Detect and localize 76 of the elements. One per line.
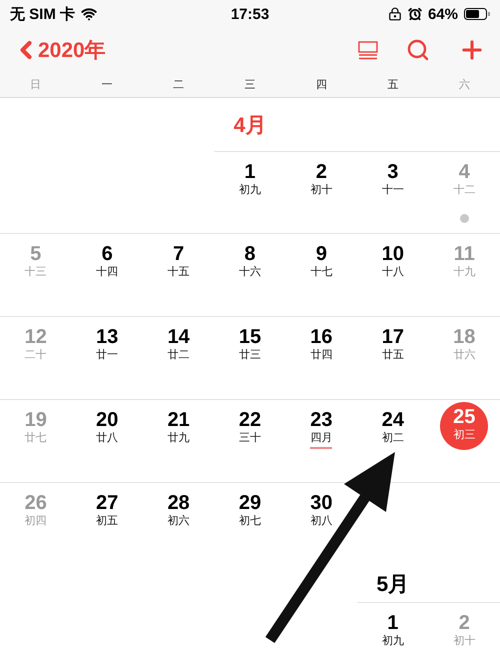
date-number[interactable]: 3 xyxy=(387,161,398,184)
date-number[interactable]: 21 xyxy=(167,409,190,432)
lunar-date: 廿六 xyxy=(453,349,476,363)
date-number[interactable]: 9 xyxy=(316,243,327,266)
date-number[interactable]: 13 xyxy=(96,326,118,349)
lunar-date: 十九 xyxy=(453,266,476,280)
date-number[interactable]: 27 xyxy=(96,492,118,515)
lunar-date: 廿一 xyxy=(96,349,118,363)
lunar-date: 十四 xyxy=(96,266,118,280)
lunar-date: 初九 xyxy=(382,635,404,649)
lunar-date: 十八 xyxy=(382,266,404,280)
date-number[interactable]: 6 xyxy=(102,243,113,266)
lunar-date: 初四 xyxy=(24,515,47,529)
lunar-date: 初七 xyxy=(238,515,261,529)
lunar-date: 廿八 xyxy=(96,432,118,446)
status-time: 17:53 xyxy=(230,6,270,22)
lock-icon xyxy=(388,7,402,21)
date-number[interactable]: 1 xyxy=(244,161,256,184)
lunar-date: 廿三 xyxy=(238,349,261,363)
lunar-date: 四月 xyxy=(310,432,332,449)
battery-icon xyxy=(464,8,490,20)
date-number[interactable]: 23 xyxy=(310,409,333,432)
lunar-date: 十一 xyxy=(382,184,404,198)
wifi-icon xyxy=(81,6,98,22)
lunar-date: 十三 xyxy=(24,266,47,280)
today-marker[interactable]: 25 初三 xyxy=(440,402,488,450)
weekday-label: 六 xyxy=(458,78,470,92)
lunar-date: 十六 xyxy=(238,266,261,280)
date-number[interactable]: 8 xyxy=(244,243,256,266)
lunar-date: 二十 xyxy=(24,349,47,363)
lunar-date: 十二 xyxy=(453,184,476,198)
lunar-date: 十五 xyxy=(168,266,190,280)
date-number[interactable]: 25 xyxy=(453,406,476,429)
date-number[interactable]: 10 xyxy=(382,243,404,266)
lunar-date: 初二 xyxy=(382,432,404,446)
back-button[interactable]: 2020年 xyxy=(12,36,106,64)
lunar-date: 十七 xyxy=(310,266,332,280)
date-number[interactable]: 1 xyxy=(387,612,398,635)
weekday-label: 三 xyxy=(244,78,256,92)
lunar-date: 初五 xyxy=(96,515,118,529)
date-number[interactable]: 30 xyxy=(310,492,333,515)
lunar-date: 三十 xyxy=(238,432,261,446)
lunar-date: 廿四 xyxy=(310,349,332,363)
lunar-date: 初十 xyxy=(310,184,332,198)
carrier-label: 无 SIM 卡 xyxy=(10,4,76,24)
date-number[interactable]: 28 xyxy=(167,492,190,515)
date-number[interactable]: 16 xyxy=(310,326,333,349)
battery-percent: 64% xyxy=(428,6,458,22)
date-number[interactable]: 24 xyxy=(382,409,404,432)
lunar-date: 廿五 xyxy=(382,349,404,363)
weekday-label: 二 xyxy=(173,78,184,92)
lunar-date: 廿二 xyxy=(168,349,190,363)
date-number[interactable]: 2 xyxy=(316,161,327,184)
lunar-date: 廿九 xyxy=(168,432,190,446)
lunar-date: 初十 xyxy=(453,635,476,649)
search-icon[interactable] xyxy=(406,38,430,62)
date-number[interactable]: 15 xyxy=(238,326,262,349)
date-number[interactable]: 29 xyxy=(238,492,262,515)
lunar-date: 初六 xyxy=(168,515,190,529)
lunar-date: 廿七 xyxy=(24,432,47,446)
month-title: 5月 xyxy=(376,572,410,598)
weekday-label: 四 xyxy=(316,78,327,92)
weekday-label: 日 xyxy=(30,78,42,92)
lunar-date: 初九 xyxy=(238,184,261,198)
alarm-icon xyxy=(408,7,422,21)
date-number[interactable]: 17 xyxy=(382,326,404,349)
date-number[interactable]: 22 xyxy=(238,409,262,432)
date-number[interactable]: 7 xyxy=(173,243,184,266)
weekday-label: 五 xyxy=(387,78,398,92)
month-title: 4月 xyxy=(234,112,266,138)
list-view-icon[interactable] xyxy=(358,40,378,60)
weekday-label: 一 xyxy=(102,78,113,92)
date-number[interactable]: 14 xyxy=(167,326,190,349)
lunar-date: 初三 xyxy=(453,429,476,443)
lunar-date: 初八 xyxy=(310,515,332,529)
date-number[interactable]: 20 xyxy=(96,409,118,432)
